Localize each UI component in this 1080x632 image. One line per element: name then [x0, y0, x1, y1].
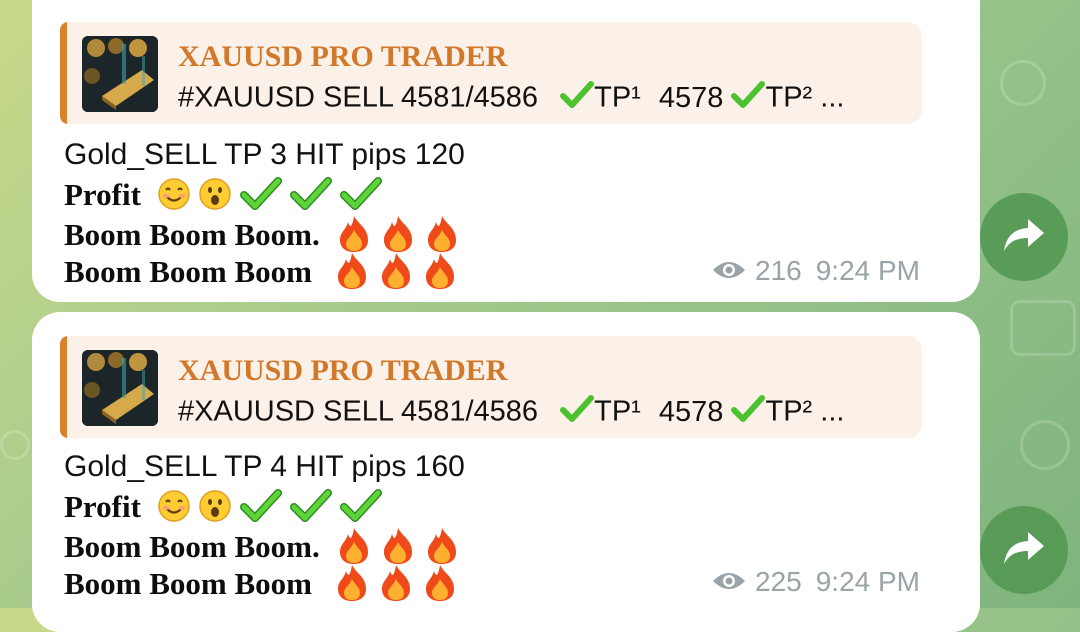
view-count: 225: [755, 566, 802, 597]
fire-icon: [374, 563, 418, 611]
boom-text: Boom Boom Boom.: [64, 217, 320, 253]
fire-icon: [330, 563, 374, 611]
surprised-face-icon: [198, 489, 232, 531]
reply-signal-text: #XAUUSD SELL 4581/4586: [178, 81, 539, 114]
fire-icon: [418, 251, 462, 299]
view-count: 216: [755, 255, 802, 286]
check-mark-icon: [560, 80, 595, 118]
boom-text: Boom Boom Boom.: [64, 529, 320, 565]
profit-text: Profit: [64, 177, 141, 213]
reply-text: #XAUUSD SELL 4581/4586 TP¹ 4578 TP² ...: [178, 80, 844, 118]
background-doodle: [1010, 300, 1076, 356]
tp2-label: TP² ...: [765, 81, 845, 114]
fire-emoji-row: [330, 563, 462, 611]
check-mark-icon: [731, 80, 766, 118]
forward-button[interactable]: [980, 193, 1068, 281]
message-meta: 216 9:24 PM: [711, 255, 920, 289]
message-bubble[interactable]: XAUUSD PRO TRADER #XAUUSD SELL 4581/4586…: [32, 312, 980, 632]
share-arrow-icon: [1002, 217, 1046, 258]
message-meta: 225 9:24 PM: [711, 566, 920, 600]
boom-text: Boom Boom Boom: [64, 566, 312, 602]
tp1-label: TP¹: [594, 81, 641, 114]
reply-accent-bar: [60, 22, 67, 124]
check-mark-icon: [731, 394, 766, 432]
eye-icon: [711, 257, 747, 289]
message-time: 9:24 PM: [815, 566, 920, 597]
surprised-face-icon: [198, 177, 232, 219]
tp2-label: TP² ...: [765, 395, 845, 428]
channel-thumbnail: [82, 350, 158, 426]
message-time: 9:24 PM: [815, 255, 920, 286]
eye-icon: [711, 568, 747, 600]
channel-thumbnail: [82, 36, 158, 112]
tp1-label: TP¹: [594, 395, 641, 428]
smiling-face-icon: [157, 489, 191, 531]
reply-preview[interactable]: XAUUSD PRO TRADER #XAUUSD SELL 4581/4586…: [60, 336, 922, 438]
forward-button[interactable]: [980, 506, 1068, 594]
message-bubble[interactable]: XAUUSD PRO TRADER #XAUUSD SELL 4581/4586…: [32, 0, 980, 302]
tp1-value: 4578: [658, 395, 724, 428]
message-boom-line: Boom Boom Boom: [64, 563, 462, 611]
reply-title: XAUUSD PRO TRADER: [178, 40, 508, 73]
reply-title: XAUUSD PRO TRADER: [178, 354, 508, 387]
reply-accent-bar: [60, 336, 67, 438]
message-text-line: Gold_SELL TP 4 HIT pips 160: [64, 450, 465, 483]
message-boom-line: Boom Boom Boom: [64, 251, 462, 299]
reply-signal-text: #XAUUSD SELL 4581/4586: [178, 395, 539, 428]
reply-preview[interactable]: XAUUSD PRO TRADER #XAUUSD SELL 4581/4586…: [60, 22, 922, 124]
fire-icon: [418, 563, 462, 611]
fire-icon: [330, 251, 374, 299]
reply-text: #XAUUSD SELL 4581/4586 TP¹ 4578 TP² ...: [178, 394, 844, 432]
check-mark-icon: [560, 394, 595, 432]
background-doodle: [1000, 60, 1046, 106]
boom-text: Boom Boom Boom: [64, 254, 312, 290]
fire-icon: [374, 251, 418, 299]
background-doodle: [0, 430, 30, 460]
smiling-face-icon: [157, 177, 191, 219]
fire-emoji-row: [330, 251, 462, 299]
tp1-value: 4578: [658, 81, 724, 114]
profit-text: Profit: [64, 489, 141, 525]
message-text-line: Gold_SELL TP 3 HIT pips 120: [64, 138, 465, 171]
share-arrow-icon: [1002, 530, 1046, 571]
background-doodle: [1020, 420, 1070, 470]
